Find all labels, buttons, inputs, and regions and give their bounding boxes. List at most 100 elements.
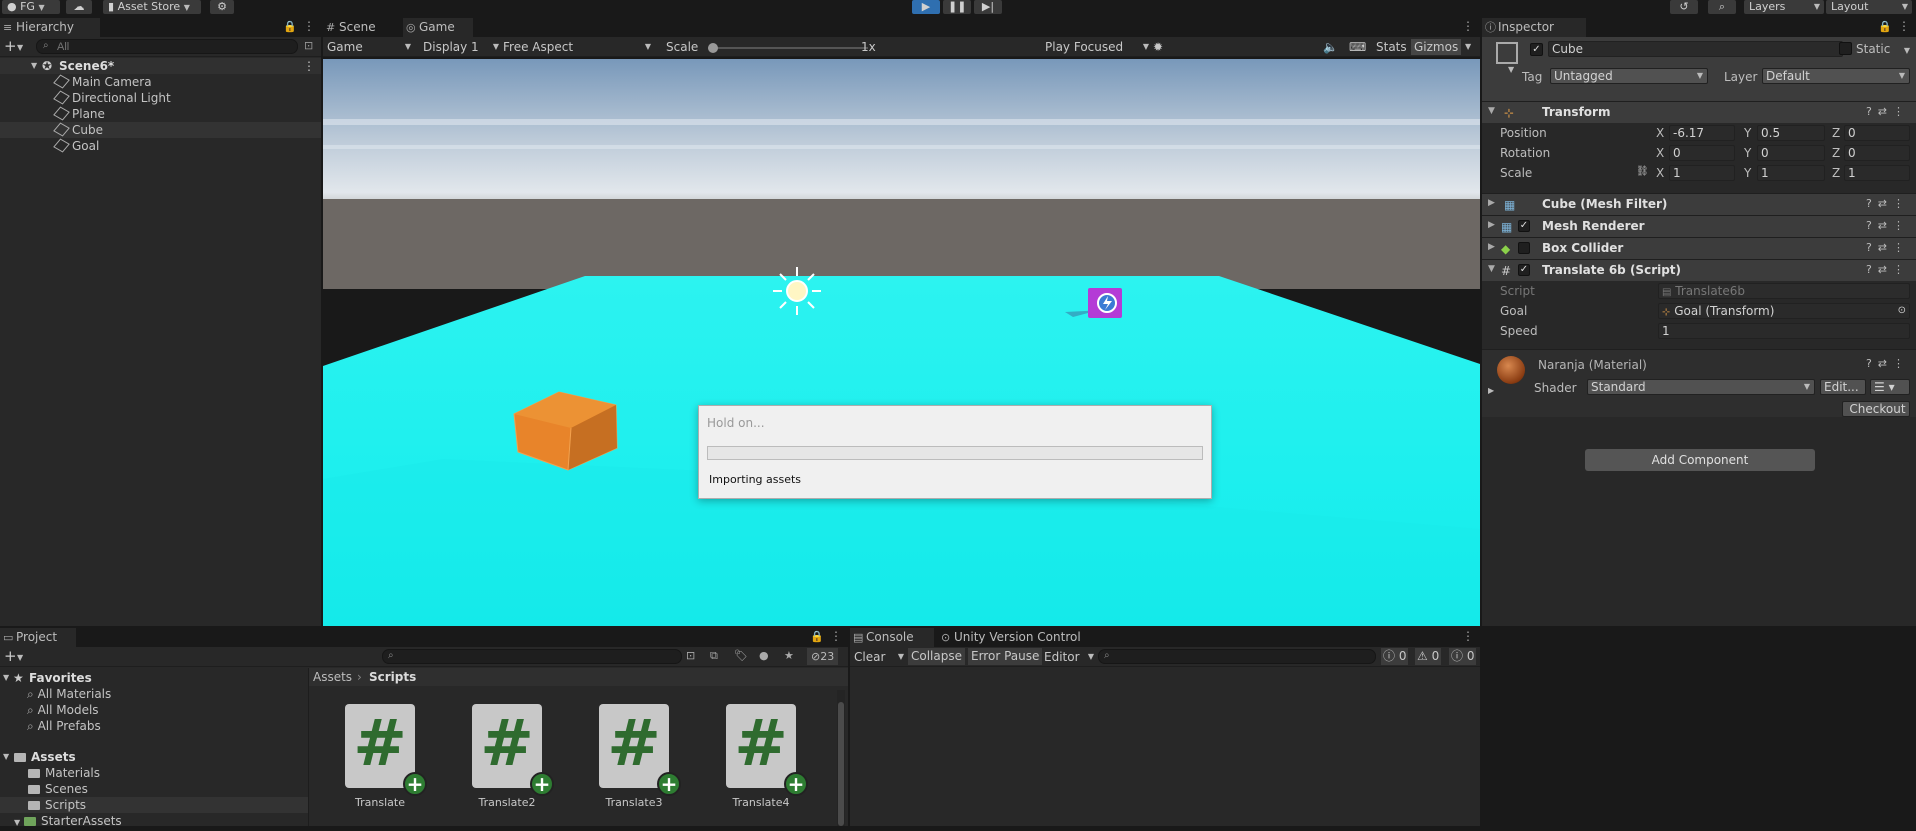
error-count-toggle[interactable]: ⓘ 0 — [1449, 648, 1477, 665]
package-button[interactable]: ⚙ — [210, 0, 234, 14]
tab-version-control[interactable]: ⊙ Unity Version Control — [938, 628, 1098, 647]
script-enabled-checkbox[interactable]: ✓ — [1518, 264, 1530, 276]
expand-arrow-icon[interactable]: ▶ — [1488, 198, 1495, 208]
folder-scripts[interactable]: Scripts — [0, 797, 308, 813]
rotation-z-field[interactable]: 0 — [1844, 145, 1910, 161]
tab-scene[interactable]: # Scene — [323, 18, 401, 37]
script-asset-translate4[interactable]: # + — [726, 704, 808, 796]
add-button[interactable]: + — [4, 37, 17, 55]
kebab-menu-icon[interactable]: ⋮ — [830, 629, 842, 643]
component-tools[interactable]: ?⇄⋮ — [1866, 357, 1910, 370]
account-dropdown[interactable]: ● FG ▼ — [2, 0, 60, 14]
expand-arrow-icon[interactable]: ▶ — [1488, 242, 1495, 252]
box-collider-component-header[interactable]: ▶ ◆ Box Collider ?⇄⋮ — [1482, 237, 1916, 259]
error-pause-button[interactable]: Error Pause — [968, 648, 1043, 665]
goal-field[interactable]: ⊹ Goal (Transform) ⊙ — [1658, 303, 1910, 319]
mesh-filter-component-header[interactable]: ▶ ▦ Cube (Mesh Filter) ?⇄⋮ — [1482, 193, 1916, 215]
game-render[interactable]: Hold on... Importing assets — [323, 59, 1480, 626]
search-filter-icon[interactable]: ⊡ — [686, 649, 695, 662]
audio-mute-icon[interactable]: 🔈 — [1323, 39, 1338, 55]
play-button[interactable]: ▶ — [912, 0, 940, 14]
scale-x-field[interactable]: 1 — [1669, 165, 1735, 181]
expand-arrow-icon[interactable]: ▶ — [1488, 386, 1494, 395]
kebab-menu-icon[interactable]: ⋮ — [303, 19, 315, 33]
play-mode-dropdown[interactable]: Play Focused ▼ — [1045, 39, 1149, 55]
expand-arrow-icon[interactable]: ▼ — [3, 749, 9, 765]
layers-dropdown[interactable]: Layers ▼ — [1744, 0, 1824, 14]
checkout-button[interactable]: Checkout — [1842, 401, 1910, 417]
cloud-button[interactable]: ☁ — [66, 0, 92, 14]
edit-shader-button[interactable]: Edit... — [1820, 379, 1866, 395]
lock-icon[interactable]: 🔒 — [1878, 20, 1892, 33]
expand-arrow-icon[interactable]: ▶ — [1488, 220, 1495, 230]
editor-dropdown[interactable]: Editor ▼ — [1044, 649, 1094, 665]
add-component-button[interactable]: Add Component — [1585, 449, 1815, 471]
scale-slider-handle[interactable] — [708, 43, 718, 53]
tag-dropdown[interactable]: Untagged ▼ — [1550, 68, 1708, 84]
game-view-dropdown[interactable]: Game ▼ — [327, 39, 415, 55]
transform-component-header[interactable]: ▼ ⊹ Transform ?⇄⋮ — [1482, 101, 1916, 123]
mesh-renderer-enabled-checkbox[interactable]: ✓ — [1518, 220, 1530, 232]
kebab-menu-icon[interactable]: ⋮ — [1462, 629, 1474, 643]
script-asset-translate3[interactable]: # + — [599, 704, 681, 796]
history-button[interactable]: ↺ — [1670, 0, 1698, 14]
lock-icon[interactable]: 🔒 — [283, 20, 297, 33]
component-tools[interactable]: ?⇄⋮ — [1866, 105, 1910, 118]
scale-y-field[interactable]: 1 — [1757, 165, 1825, 181]
object-name-field[interactable]: Cube — [1548, 41, 1843, 57]
shader-options-button[interactable]: ☰ ▾ — [1870, 379, 1910, 395]
star-icon[interactable]: ★ — [784, 649, 794, 662]
stats-button[interactable]: Stats — [1376, 39, 1407, 55]
expand-arrow-icon[interactable]: ▼ — [1488, 264, 1495, 274]
collapse-button[interactable]: Collapse — [908, 648, 965, 665]
shader-dropdown[interactable]: Standard ▼ — [1587, 379, 1815, 395]
scene-root[interactable]: ▼ ✪ Scene6* ⋮ — [0, 58, 321, 74]
type-filter-icon[interactable]: ⧉ — [710, 649, 718, 663]
tab-game[interactable]: ◎ Game — [403, 18, 473, 37]
component-tools[interactable]: ?⇄⋮ — [1866, 197, 1910, 210]
search-filter-icon[interactable]: ⊡ — [304, 39, 313, 52]
chevron-down-icon[interactable]: ▼ — [1508, 65, 1514, 74]
component-tools[interactable]: ?⇄⋮ — [1866, 263, 1910, 276]
script-component-header[interactable]: ▼ # ✓ Translate 6b (Script) ?⇄⋮ — [1482, 259, 1916, 281]
hidden-packages-toggle[interactable]: ⊘23 — [807, 648, 839, 665]
chevron-down-icon[interactable]: ▼ — [1465, 39, 1471, 55]
expand-arrow-icon[interactable]: ▼ — [31, 58, 37, 74]
aspect-dropdown[interactable]: Free Aspect ▼ — [503, 39, 655, 55]
assets-root[interactable]: ▼ Assets — [0, 749, 308, 765]
bug-icon[interactable]: ✹ — [1153, 39, 1163, 55]
tab-hierarchy[interactable]: ≡ Hierarchy — [0, 18, 100, 37]
kebab-menu-icon[interactable]: ⋮ — [303, 58, 315, 74]
component-tools[interactable]: ?⇄⋮ — [1866, 241, 1910, 254]
position-x-field[interactable]: -6.17 — [1669, 125, 1735, 141]
scale-z-field[interactable]: 1 — [1844, 165, 1910, 181]
box-collider-enabled-checkbox[interactable] — [1518, 242, 1530, 254]
tab-project[interactable]: ▭ Project — [0, 628, 76, 647]
tab-console[interactable]: ▤ Console — [850, 628, 934, 647]
favorite-all-prefabs[interactable]: ⌕ All Prefabs — [27, 718, 101, 734]
kebab-menu-icon[interactable]: ⋮ — [1462, 19, 1474, 33]
layer-dropdown[interactable]: Default ▼ — [1762, 68, 1910, 84]
position-y-field[interactable]: 0.5 — [1757, 125, 1825, 141]
script-asset-translate2[interactable]: # + — [472, 704, 554, 796]
favorites-root[interactable]: ▼ ★ Favorites — [0, 670, 308, 686]
scrollbar-thumb[interactable] — [838, 702, 844, 826]
console-search-input[interactable] — [1098, 649, 1376, 664]
position-z-field[interactable]: 0 — [1844, 125, 1910, 141]
gizmos-button[interactable]: Gizmos — [1411, 39, 1462, 55]
breadcrumb-assets[interactable]: Assets — [313, 670, 352, 684]
folder-scenes[interactable]: Scenes — [28, 781, 88, 797]
step-button[interactable]: ▶| — [974, 0, 1002, 14]
mesh-renderer-component-header[interactable]: ▶ ▦ ✓ Mesh Renderer ?⇄⋮ — [1482, 215, 1916, 237]
hierarchy-search-input[interactable] — [36, 39, 298, 54]
asset-store-dropdown[interactable]: ▮ Asset Store ▼ — [103, 0, 201, 14]
project-search-input[interactable] — [382, 649, 682, 664]
folder-starter-assets[interactable]: ▼ StarterAssets — [0, 813, 308, 829]
rotation-x-field[interactable]: 0 — [1669, 145, 1735, 161]
hierarchy-item-plane[interactable]: Plane — [0, 106, 321, 122]
search-button[interactable]: ⌕ — [1708, 0, 1736, 14]
folder-materials[interactable]: Materials — [28, 765, 100, 781]
scale-slider[interactable] — [708, 43, 868, 53]
keyboard-icon[interactable]: ⌨ — [1349, 39, 1366, 55]
hierarchy-item-directional-light[interactable]: Directional Light — [0, 90, 321, 106]
